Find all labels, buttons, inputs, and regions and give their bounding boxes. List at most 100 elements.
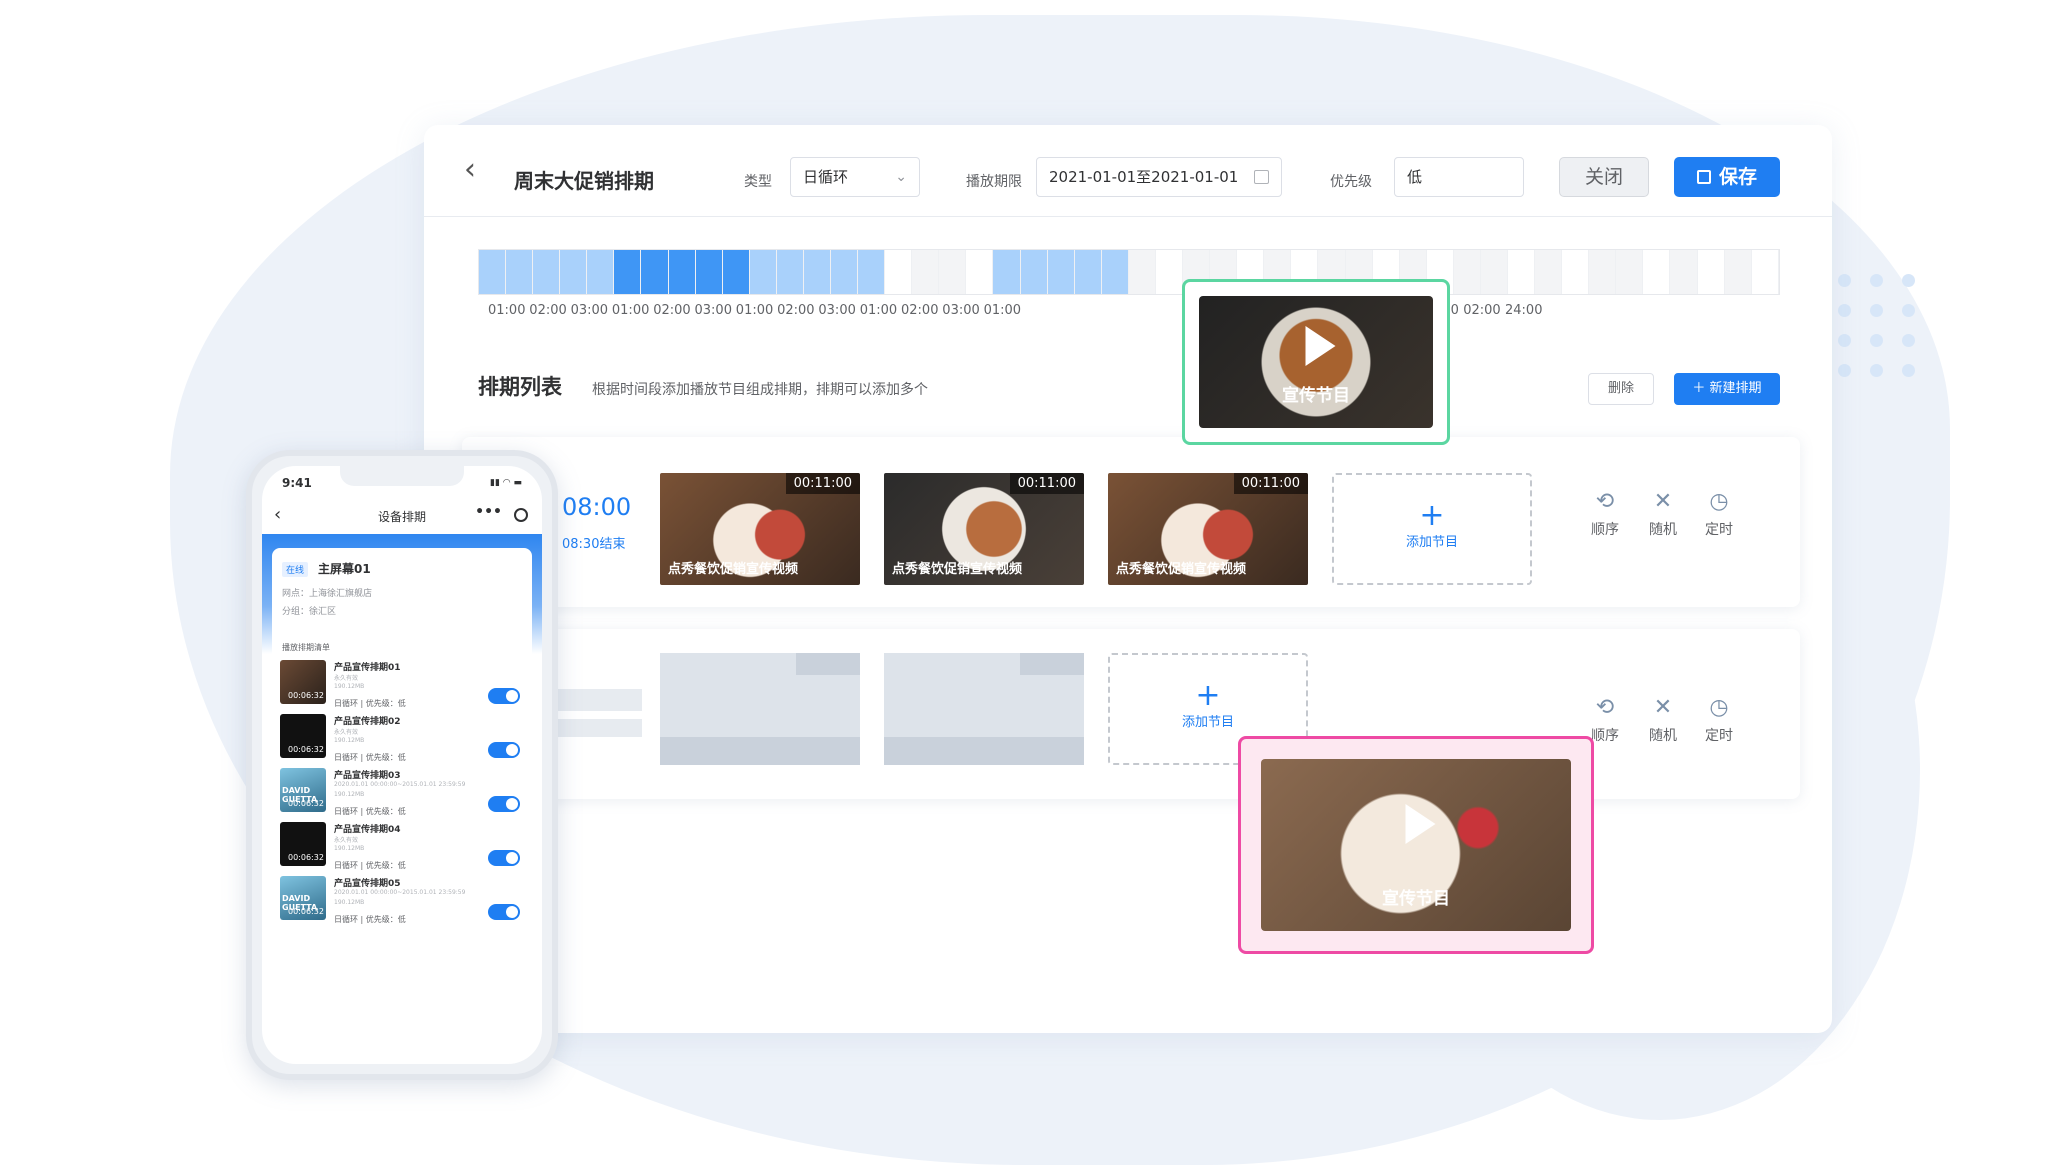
timeline-segment[interactable] [533, 250, 561, 294]
timeline-segment[interactable] [1020, 250, 1048, 294]
timeline-segment[interactable] [1535, 250, 1563, 294]
toolbar: ‹ 周末大促销排期 类型 日循环 ⌄ 播放期限 2021-01-01至2021-… [424, 125, 1832, 217]
item-toggle[interactable] [488, 850, 520, 866]
item-size: 190.12MB [334, 791, 365, 798]
timeline-segment[interactable] [1697, 250, 1725, 294]
timeline-segment[interactable] [1047, 250, 1075, 294]
timeline-segment[interactable] [1453, 250, 1481, 294]
timeline-segment[interactable] [1562, 250, 1590, 294]
timeline-segment[interactable] [885, 250, 913, 294]
timeline-segment[interactable] [1724, 250, 1752, 294]
program-thumbnail[interactable]: 00:11:00 点秀餐饮促销宣传视频 [1108, 473, 1308, 585]
priority-select[interactable]: 低 [1394, 157, 1524, 197]
timeline-segment[interactable] [1480, 250, 1508, 294]
timeline-segment[interactable] [668, 250, 696, 294]
list-item[interactable]: 00:06:32 产品宣传排期01 永久有效 190.12MB 日循环 | 优先… [280, 660, 526, 712]
timeline-tick-label: 03:00 [818, 303, 856, 318]
timeline-segment[interactable] [912, 250, 940, 294]
clock-icon: ◷ [1709, 489, 1729, 514]
plus-icon: + [1195, 678, 1221, 713]
phone-screen: 9:41 ▮▮ ◠ ▬ ‹ 设备排期 ••• 在线 主屏幕01 网点：上海徐汇旗… [262, 466, 542, 1064]
program-caption: 点秀餐饮促销宣传视频 [892, 562, 1023, 577]
skeleton-time [552, 689, 642, 711]
list-item[interactable]: DAVID GUETTA 00:06:32 产品宣传排期05 2020.01.01… [280, 876, 526, 928]
timeline-tick-label: 02:00 [653, 303, 691, 318]
item-size: 190.12MB [334, 899, 365, 906]
play-icon[interactable] [1305, 326, 1336, 367]
timeline-segment[interactable] [1643, 250, 1671, 294]
timeline-segment[interactable] [993, 250, 1021, 294]
period-date-picker[interactable]: 2021-01-01至2021-01-01 [1036, 157, 1282, 197]
item-thumbnail: 00:06:32 [280, 714, 326, 758]
timeline-tick-label: 03:00 [570, 303, 609, 318]
plus-icon: + [1419, 498, 1445, 533]
timeline-segment[interactable] [1751, 250, 1779, 294]
new-schedule-button[interactable]: ＋ 新建排期 [1674, 373, 1780, 405]
timeline-segment[interactable] [614, 250, 642, 294]
item-name: 产品宣传排期01 [334, 663, 401, 673]
mode-random[interactable]: ✕ 随机 [1638, 695, 1688, 745]
timeline-segment[interactable] [587, 250, 615, 294]
video-preview-popup[interactable]: 宣传节目 [1182, 279, 1450, 445]
timeline-ticks: 01:00 02:00 03:00 01:00 02:00 03:00 01:00 02:00… [468, 303, 1798, 323]
target-icon[interactable] [514, 508, 528, 522]
add-program-label: 添加节目 [1405, 535, 1458, 550]
save-button[interactable]: 保存 [1674, 157, 1780, 197]
timeline-segment[interactable] [803, 250, 832, 294]
timeline-bar[interactable] [478, 249, 1780, 295]
back-icon[interactable]: ‹ [464, 155, 494, 185]
mode-order[interactable]: ⟲ 顺序 [1580, 489, 1630, 539]
section-description: 根据时间段添加播放节目组成排期，排期可以添加多个 [592, 382, 928, 398]
timeline-segment[interactable] [1155, 250, 1184, 294]
phone-clock: 9:41 [282, 476, 312, 490]
item-duration: 00:06:32 [288, 691, 324, 700]
more-icon[interactable]: ••• [475, 504, 502, 520]
list-item[interactable]: DAVID GUETTA 00:06:32 产品宣传排期03 2020.01.01… [280, 768, 526, 820]
timeline-segment[interactable] [1101, 250, 1129, 294]
item-name: 产品宣传排期04 [334, 825, 401, 835]
timeline-segment[interactable] [776, 250, 804, 294]
mode-timed[interactable]: ◷ 定时 [1694, 489, 1744, 539]
item-toggle[interactable] [488, 742, 520, 758]
timeline-segment[interactable] [831, 250, 859, 294]
period-label: 播放期限 [966, 174, 1022, 190]
timeline-segment[interactable] [1128, 250, 1156, 294]
video-preview-popup[interactable]: 宣传节目 [1238, 736, 1594, 954]
video-preview-image: 宣传节目 [1199, 296, 1433, 428]
timeline-segment[interactable] [506, 250, 534, 294]
type-select[interactable]: 日循环 ⌄ [790, 157, 920, 197]
program-thumbnail[interactable]: 00:11:00 点秀餐饮促销宣传视频 [660, 473, 860, 585]
timeline-segment[interactable] [1507, 250, 1536, 294]
item-toggle[interactable] [488, 796, 520, 812]
period-value: 2021-01-01至2021-01-01 [1049, 168, 1239, 186]
item-duration: 00:06:32 [288, 853, 324, 862]
mode-timed-label: 定时 [1705, 522, 1733, 538]
timeline-segment[interactable] [966, 250, 994, 294]
timeline-segment[interactable] [749, 250, 777, 294]
timeline-segment[interactable] [1670, 250, 1698, 294]
type-label: 类型 [744, 174, 772, 190]
list-item[interactable]: 00:06:32 产品宣传排期04 永久有效 190.12MB 日循环 | 优先… [280, 822, 526, 874]
status-badge: 在线 [282, 562, 309, 577]
play-icon[interactable] [1405, 804, 1436, 845]
mode-timed[interactable]: ◷ 定时 [1694, 695, 1744, 745]
timeline-segment[interactable] [1616, 250, 1644, 294]
timeline-segment[interactable] [939, 250, 967, 294]
item-toggle[interactable] [488, 904, 520, 920]
delete-button[interactable]: 删除 [1588, 373, 1654, 405]
mode-random[interactable]: ✕ 随机 [1638, 489, 1688, 539]
timeline-segment[interactable] [560, 250, 588, 294]
timeline-segment[interactable] [722, 250, 750, 294]
program-thumbnail[interactable]: 00:11:00 点秀餐饮促销宣传视频 [884, 473, 1084, 585]
timeline-segment[interactable] [695, 250, 723, 294]
close-button[interactable]: 关闭 [1559, 157, 1649, 197]
item-toggle[interactable] [488, 688, 520, 704]
timeline-segment[interactable] [1074, 250, 1102, 294]
list-item[interactable]: 00:06:32 产品宣传排期02 永久有效 190.12MB 日循环 | 优先… [280, 714, 526, 766]
timeline-segment[interactable] [641, 250, 669, 294]
timeline-segment[interactable] [1589, 250, 1617, 294]
timeline-segment[interactable] [858, 250, 886, 294]
video-caption: 宣传节目 [1382, 889, 1450, 909]
timeline-segment[interactable] [479, 250, 507, 294]
add-program-button[interactable]: + 添加节目 [1332, 473, 1532, 585]
